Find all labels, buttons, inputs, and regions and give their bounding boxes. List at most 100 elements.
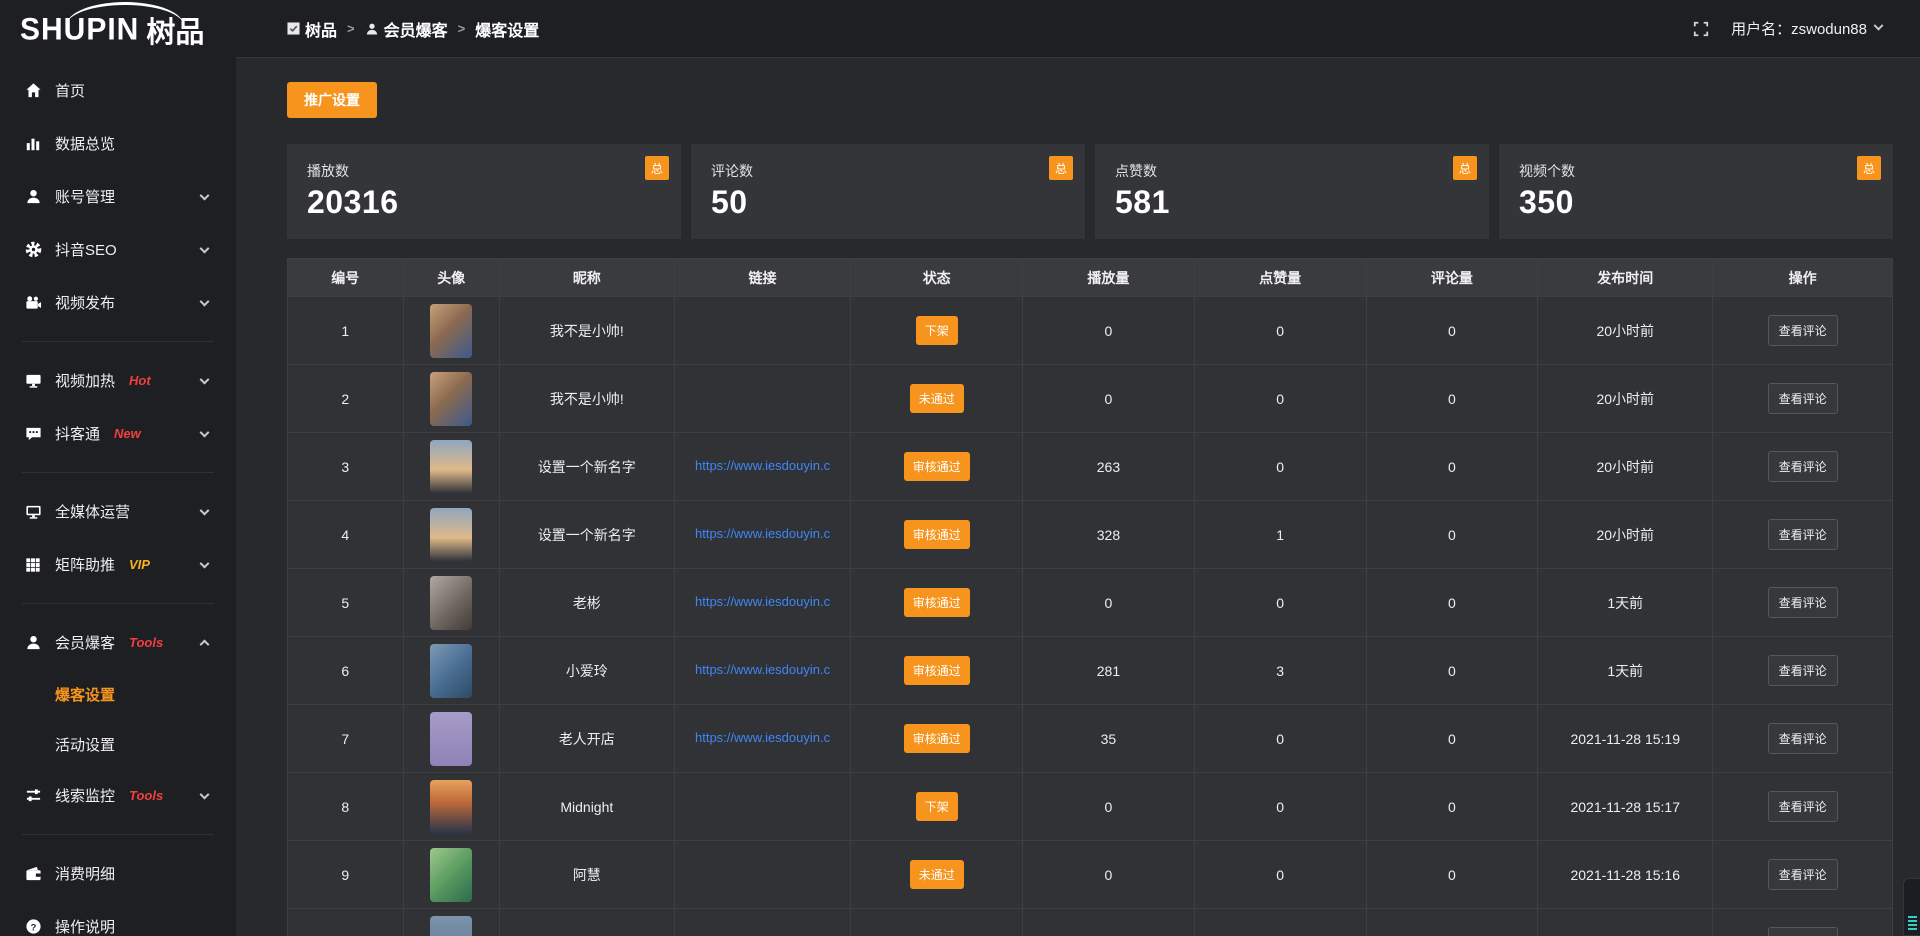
- sidebar-item-instructions[interactable]: ? 操作说明: [0, 900, 236, 936]
- cell-status: 审核通过: [851, 637, 1023, 705]
- col-plays: 播放量: [1023, 259, 1195, 297]
- fullscreen-icon[interactable]: [1693, 21, 1709, 37]
- brand-logo[interactable]: SHUPIN 树品: [0, 6, 236, 54]
- cell-link: [674, 297, 851, 365]
- stat-label: 播放数: [307, 161, 681, 181]
- cell-likes: 0: [1194, 569, 1366, 637]
- cell-status: 未通过: [851, 841, 1023, 909]
- breadcrumb-member-baoke[interactable]: 会员爆客: [365, 17, 448, 41]
- user-icon: [24, 188, 42, 206]
- cell-id: 9: [288, 841, 404, 909]
- cell-publish-time: 20小时前: [1538, 433, 1713, 501]
- status-badge: 审核通过: [904, 452, 970, 481]
- stat-label: 视频个数: [1519, 161, 1893, 181]
- sidebar-item-lead-monitoring[interactable]: 线索监控 Tools: [0, 769, 236, 822]
- cell-nickname: 老人开店: [499, 705, 674, 773]
- cell-plays: 0: [1023, 841, 1195, 909]
- video-link[interactable]: https://www.iesdouyin.c: [695, 526, 830, 541]
- sidebar-divider: [22, 603, 214, 604]
- sidebar-item-account-mgmt[interactable]: 账号管理: [0, 170, 236, 223]
- cell-id: 3: [288, 433, 404, 501]
- cell-link: https://www.iesdouyin.c: [674, 705, 851, 773]
- cell-likes: 0: [1194, 433, 1366, 501]
- cell-link: https://www.iesdouyin.c: [674, 637, 851, 705]
- logo-text-en: SHUPIN: [20, 12, 139, 48]
- view-comments-button[interactable]: 查看评论: [1768, 859, 1838, 890]
- video-link[interactable]: https://www.iesdouyin.c: [695, 662, 830, 677]
- sidebar-item-matrix-boost[interactable]: 矩阵助推 VIP: [0, 538, 236, 591]
- view-comments-button[interactable]: 查看评论: [1768, 383, 1838, 414]
- cell-avatar: [403, 365, 499, 433]
- avatar: [430, 848, 472, 902]
- chevron-down-icon: [200, 427, 210, 437]
- cell-id: 2: [288, 365, 404, 433]
- cell-id: 1: [288, 297, 404, 365]
- cell-avatar: [403, 637, 499, 705]
- cell-link: https://www.iesdouyin.c: [674, 501, 851, 569]
- cell-id: [288, 909, 404, 936]
- hot-tag: Hot: [129, 373, 151, 388]
- new-tag: New: [114, 426, 141, 441]
- sidebar-subitem-baoke-settings[interactable]: 爆客设置: [0, 669, 236, 719]
- sidebar-item-video-publish[interactable]: 视频发布: [0, 276, 236, 329]
- user-icon: [365, 22, 379, 36]
- stat-card-plays: 播放数 20316 总: [287, 144, 681, 239]
- breadcrumb-home[interactable]: 树品: [287, 17, 337, 41]
- screen-icon: [24, 372, 42, 390]
- col-comments: 评论量: [1366, 259, 1538, 297]
- video-link[interactable]: https://www.iesdouyin.c: [695, 594, 830, 609]
- avatar: [430, 576, 472, 630]
- sidebar-item-home[interactable]: 首页: [0, 64, 236, 117]
- avatar: [430, 780, 472, 834]
- cell-actions: 查看评论: [1713, 297, 1893, 365]
- sidebar-item-consumption-details[interactable]: 消费明细: [0, 847, 236, 900]
- promotion-settings-button[interactable]: 推广设置: [287, 82, 377, 118]
- sidebar-item-data-overview[interactable]: 数据总览: [0, 117, 236, 170]
- cell-actions: 查看评论: [1713, 637, 1893, 705]
- video-link[interactable]: https://www.iesdouyin.c: [695, 458, 830, 473]
- cell-avatar: [403, 433, 499, 501]
- cell-comments: 0: [1366, 501, 1538, 569]
- view-comments-button[interactable]: 查看评论: [1768, 587, 1838, 618]
- col-id: 编号: [288, 259, 404, 297]
- stat-card-videos: 视频个数 350 总: [1499, 144, 1893, 239]
- chevron-down-icon: [1874, 21, 1884, 31]
- video-link[interactable]: https://www.iesdouyin.c: [695, 730, 830, 745]
- view-comments-button[interactable]: 查看评论: [1768, 315, 1838, 346]
- avatar: [430, 304, 472, 358]
- cell-plays: 0: [1023, 365, 1195, 433]
- breadcrumb-separator: >: [458, 21, 466, 36]
- sidebar-item-omnimedia[interactable]: 全媒体运营: [0, 485, 236, 538]
- cell-comments: 0: [1366, 433, 1538, 501]
- sidebar-item-douyin-seo[interactable]: 抖音SEO: [0, 223, 236, 276]
- user-menu[interactable]: 用户名：zswodun88: [1731, 18, 1882, 39]
- cell-comments: 0: [1366, 841, 1538, 909]
- cell-status: 审核通过: [851, 569, 1023, 637]
- col-actions: 操作: [1713, 259, 1893, 297]
- video-table: 编号 头像 昵称 链接 状态 播放量 点赞量 评论量 发布时间 操作 1 我不是…: [287, 258, 1893, 936]
- cell-comments: 0: [1366, 297, 1538, 365]
- sidebar-item-video-heating[interactable]: 视频加热 Hot: [0, 354, 236, 407]
- member-icon: [24, 634, 42, 652]
- stat-value: 50: [711, 184, 1085, 221]
- avatar: [430, 712, 472, 766]
- sidebar-item-member-baoke[interactable]: 会员爆客 Tools: [0, 616, 236, 669]
- cell-link: [674, 841, 851, 909]
- floating-widget[interactable]: [1903, 878, 1920, 936]
- view-comments-button[interactable]: 查看评论: [1768, 519, 1838, 550]
- view-comments-button[interactable]: 查看评论: [1768, 791, 1838, 822]
- bar-chart-icon: [24, 135, 42, 153]
- breadcrumb-separator: >: [347, 21, 355, 36]
- cell-likes: 0: [1194, 297, 1366, 365]
- chevron-down-icon: [200, 558, 210, 568]
- view-comments-button[interactable]: 查看评论: [1768, 927, 1838, 936]
- avatar: [430, 916, 472, 936]
- sidebar-item-douketong[interactable]: 抖客通 New: [0, 407, 236, 460]
- sidebar-subitem-activity-settings[interactable]: 活动设置: [0, 719, 236, 769]
- total-badge: 总: [645, 156, 669, 180]
- view-comments-button[interactable]: 查看评论: [1768, 451, 1838, 482]
- tools-tag: Tools: [129, 635, 163, 650]
- view-comments-button[interactable]: 查看评论: [1768, 655, 1838, 686]
- avatar: [430, 440, 472, 494]
- view-comments-button[interactable]: 查看评论: [1768, 723, 1838, 754]
